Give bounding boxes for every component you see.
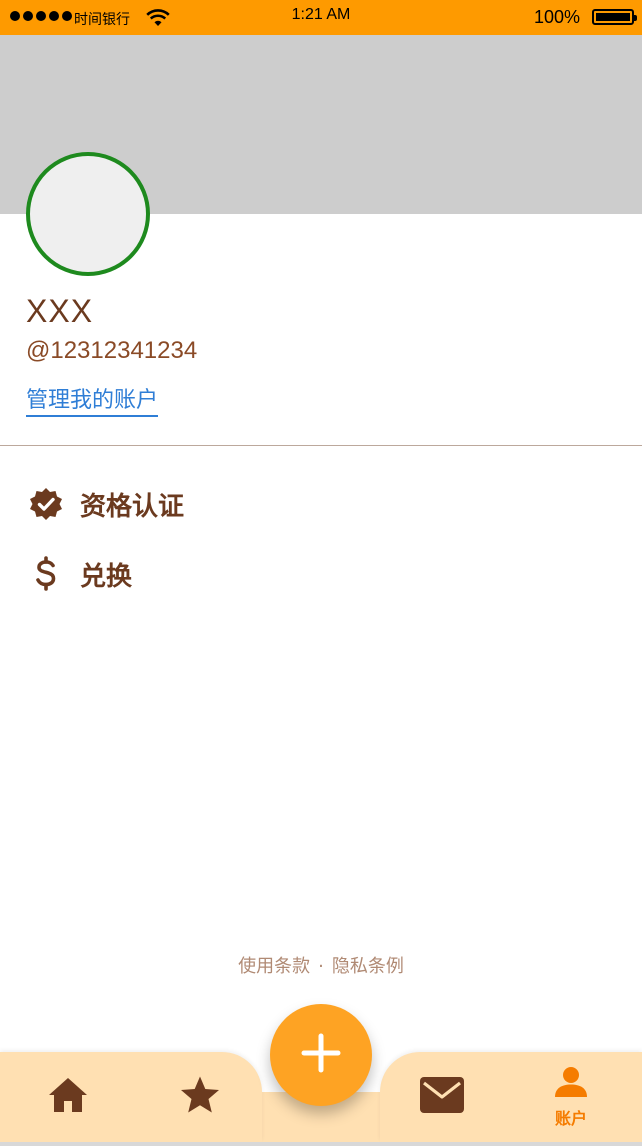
battery-icon — [592, 9, 637, 25]
profile-name: XXX — [26, 293, 94, 329]
verified-badge-icon — [26, 484, 66, 524]
home-icon — [47, 1076, 89, 1119]
dollar-icon — [26, 554, 66, 594]
avatar[interactable] — [26, 152, 150, 276]
star-icon — [179, 1075, 221, 1120]
tab-account-label: 账户 — [554, 1108, 587, 1128]
status-bar: 时间银行 1:21 AM 100% — [0, 0, 642, 35]
battery-percent: 100% — [533, 7, 580, 27]
privacy-link[interactable]: 隐私条例 — [332, 956, 404, 977]
mail-icon — [419, 1076, 465, 1119]
manage-account-link[interactable]: 管理我的账户 — [26, 388, 159, 417]
profile-handle: @12312341234 — [26, 337, 198, 364]
menu-item-label: 资格认证 — [80, 491, 185, 522]
tab-home[interactable] — [38, 1052, 98, 1142]
divider — [0, 445, 642, 446]
add-button[interactable] — [270, 1004, 372, 1106]
menu-item-certification[interactable]: 资格认证 — [26, 484, 184, 524]
tab-account[interactable]: 账户 — [540, 1052, 602, 1142]
terms-link[interactable]: 使用条款 — [238, 956, 310, 977]
menu-item-redeem[interactable]: 兑换 — [26, 554, 132, 594]
plus-icon — [301, 1033, 341, 1078]
person-icon — [554, 1066, 588, 1103]
tab-favorites[interactable] — [170, 1052, 230, 1142]
menu-item-label: 兑换 — [80, 561, 133, 592]
footer-links: 使用条款 · 隐私条例 — [0, 952, 642, 978]
footer-separator: · — [318, 956, 324, 977]
tab-messages[interactable] — [412, 1052, 472, 1142]
